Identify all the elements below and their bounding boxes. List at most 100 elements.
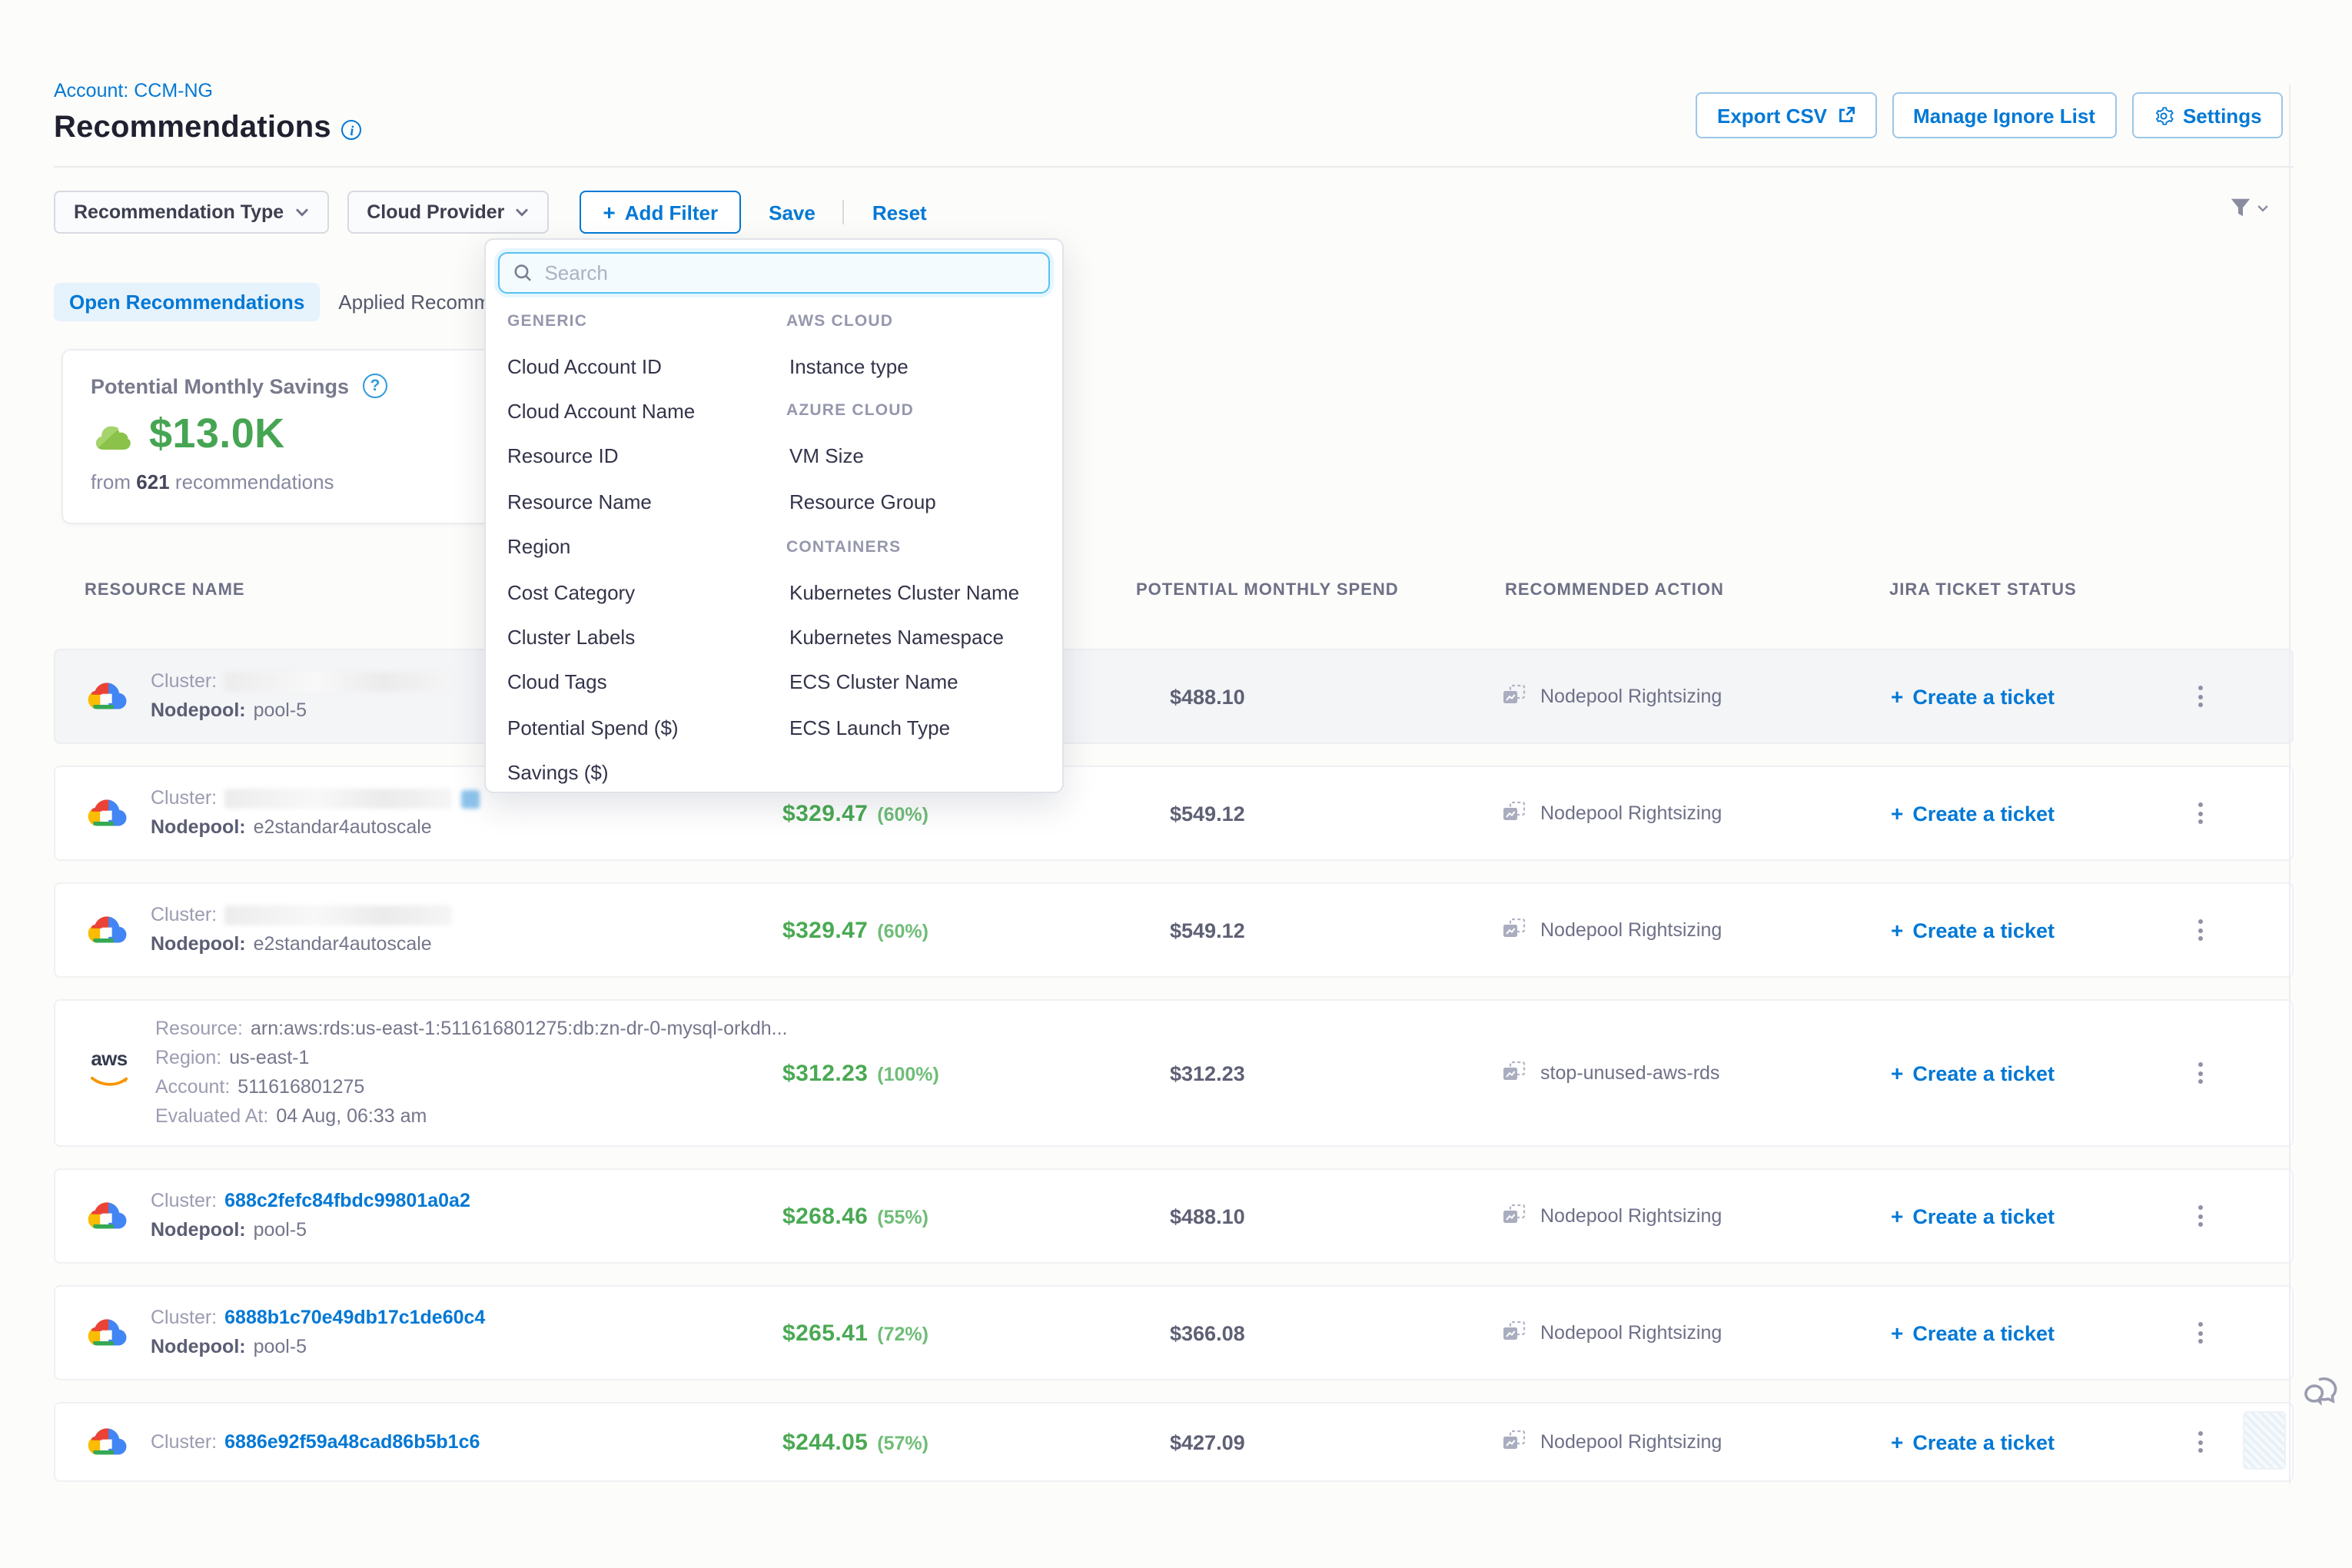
potential-monthly-spend-cell: $366.08 (1170, 1321, 1502, 1344)
rightsizing-icon (1502, 1203, 1526, 1229)
content-right-border (2289, 85, 2291, 1483)
info-icon[interactable]: i (342, 120, 362, 140)
chevron-down-icon (2257, 204, 2269, 211)
filter-field-option[interactable]: Cluster Labels (507, 626, 635, 649)
recommended-action-cell: Nodepool Rightsizing (1502, 1429, 1891, 1455)
potential-monthly-spend-cell: $549.12 (1170, 919, 1502, 942)
cluster-link[interactable]: 6886e92f59a48cad86b5b1c6 (224, 1430, 480, 1453)
recommendation-type-filter[interactable]: Recommendation Type (54, 191, 328, 234)
filter-field-option[interactable]: Resource ID (507, 445, 619, 468)
resource-cell: Cluster:6886e92f59a48cad86b5b1c6 (55, 1424, 782, 1460)
filter-field-option[interactable]: Kubernetes Cluster Name (786, 580, 1019, 603)
create-ticket-button[interactable]: +Create a ticket (1891, 1430, 2169, 1453)
col-potential-monthly-spend: POTENTIAL MONTHLY SPEND (1136, 581, 1399, 600)
row-menu-kebab-icon[interactable] (2169, 919, 2231, 941)
create-ticket-label: Create a ticket (1912, 1321, 2055, 1344)
resource-line-label: Cluster: (151, 904, 217, 927)
plus-icon: + (1891, 802, 1903, 824)
create-ticket-button[interactable]: +Create a ticket (1891, 1204, 2169, 1227)
cluster-link[interactable]: 688c2fefc84fbdc99801a0a2 (224, 1190, 470, 1213)
help-icon[interactable]: ? (363, 374, 387, 398)
table-row[interactable]: Cluster:6886e92f59a48cad86b5b1c6$244.05(… (54, 1402, 2294, 1482)
row-menu-kebab-icon[interactable] (2169, 1322, 2231, 1344)
table-row[interactable]: awsResource:arn:aws:rds:us-east-1:511616… (54, 999, 2294, 1147)
potential-savings-card: Potential Monthly Savings ? $13.0K from … (61, 349, 492, 524)
monthly-savings-cell: $244.05(57%) (782, 1429, 1170, 1455)
scrollbar-thumb[interactable] (2243, 1411, 2286, 1470)
filter-search-box[interactable] (498, 252, 1050, 294)
filter-field-option[interactable]: Region (507, 535, 570, 558)
reset-filter-button[interactable]: Reset (863, 201, 936, 224)
header-divider (54, 166, 2294, 168)
resource-line-label: Cluster: (151, 1307, 217, 1330)
table-row[interactable]: Cluster:Nodepool:e2standar4autoscale$329… (54, 766, 2294, 861)
resource-line-label: Cluster: (151, 787, 217, 810)
create-ticket-button[interactable]: +Create a ticket (1891, 1321, 2169, 1344)
funnel-icon (2229, 197, 2252, 218)
row-menu-kebab-icon[interactable] (2169, 1205, 2231, 1227)
table-row[interactable]: Cluster:Nodepool:pool-5$488.10Nodepool R… (54, 649, 2294, 744)
row-menu-kebab-icon[interactable] (2169, 802, 2231, 824)
create-ticket-button[interactable]: +Create a ticket (1891, 1061, 2169, 1085)
filter-field-option[interactable]: Instance type (786, 354, 909, 377)
filter-field-option[interactable]: Savings ($) (507, 761, 609, 784)
row-menu-kebab-icon[interactable] (2169, 1062, 2231, 1084)
chat-support-icon[interactable] (2303, 1374, 2343, 1419)
table-row[interactable]: Cluster:Nodepool:e2standar4autoscale$329… (54, 882, 2294, 978)
table-row[interactable]: Cluster:6888b1c70e49db17c1de60c4Nodepool… (54, 1285, 2294, 1380)
settings-button[interactable]: Settings (2132, 92, 2284, 138)
savings-percent: (55%) (877, 1206, 929, 1227)
filter-panel-toggle[interactable] (2229, 197, 2269, 218)
filter-field-option[interactable]: Cloud Account Name (507, 400, 695, 423)
gcp-icon (86, 679, 128, 714)
rightsizing-icon (1502, 917, 1526, 943)
savings-amount: $13.0K (149, 410, 285, 458)
save-filter-button[interactable]: Save (759, 201, 825, 224)
redacted-value (224, 672, 452, 692)
export-csv-button[interactable]: Export CSV (1696, 92, 1876, 138)
create-ticket-label: Create a ticket (1912, 919, 2055, 942)
create-ticket-button[interactable]: +Create a ticket (1891, 685, 2169, 708)
potential-monthly-spend-cell: $488.10 (1170, 1204, 1502, 1227)
filter-field-option[interactable]: Resource Group (786, 490, 936, 513)
plus-icon: + (1891, 1431, 1903, 1453)
row-menu-kebab-icon[interactable] (2169, 1431, 2231, 1453)
filter-field-option[interactable]: Cloud Tags (507, 671, 607, 694)
recommended-action-cell: Nodepool Rightsizing (1502, 800, 1891, 826)
gear-icon (2154, 105, 2174, 125)
cloud-provider-filter[interactable]: Cloud Provider (347, 191, 549, 234)
resource-cell: Cluster:688c2fefc84fbdc99801a0a2Nodepool… (55, 1190, 782, 1242)
add-filter-button[interactable]: + Add Filter (580, 191, 741, 234)
row-menu-kebab-icon[interactable] (2169, 686, 2231, 707)
monthly-savings-cell: $268.46(55%) (782, 1203, 1170, 1229)
filter-field-option[interactable]: Potential Spend ($) (507, 716, 679, 739)
filter-field-option[interactable]: ECS Launch Type (786, 716, 950, 739)
filter-search-input[interactable] (544, 261, 1035, 284)
create-ticket-button[interactable]: +Create a ticket (1891, 802, 2169, 825)
filter-field-option[interactable]: Cloud Account ID (507, 354, 662, 377)
table-row[interactable]: Cluster:688c2fefc84fbdc99801a0a2Nodepool… (54, 1168, 2294, 1264)
recommended-action-label: Nodepool Rightsizing (1540, 919, 1722, 941)
filter-dropdown-column: AWS CLOUDInstance typeAZURE CLOUDVM Size… (774, 298, 1053, 792)
recommended-action-cell: Nodepool Rightsizing (1502, 1203, 1891, 1229)
filter-field-option[interactable]: Resource Name (507, 490, 652, 513)
tab-open-recommendations[interactable]: Open Recommendations (54, 283, 320, 321)
aws-icon: aws (86, 1050, 132, 1096)
filter-field-option[interactable]: ECS Cluster Name (786, 671, 958, 694)
recommended-action-cell: stop-unused-aws-rds (1502, 1060, 1891, 1086)
savings-percent: (100%) (877, 1063, 939, 1085)
filter-field-option[interactable]: VM Size (786, 445, 864, 468)
account-breadcrumb[interactable]: Account: CCM-NG (54, 80, 213, 101)
resource-line-label: Nodepool: (151, 699, 246, 723)
savings-card-label: Potential Monthly Savings (91, 374, 349, 397)
manage-ignore-list-button[interactable]: Manage Ignore List (1892, 92, 2117, 138)
cluster-link[interactable]: 6888b1c70e49db17c1de60c4 (224, 1307, 485, 1330)
recommendations-page: Account: CCM-NG Recommendations i Export… (0, 0, 2352, 1568)
filter-group-header: GENERIC (507, 311, 587, 330)
chevron-down-icon (294, 208, 308, 217)
create-ticket-label: Create a ticket (1912, 685, 2055, 708)
filter-field-option[interactable]: Cost Category (507, 580, 635, 603)
create-ticket-button[interactable]: +Create a ticket (1891, 919, 2169, 942)
filter-field-option[interactable]: Kubernetes Namespace (786, 626, 1004, 649)
recommended-action-label: Nodepool Rightsizing (1540, 686, 1722, 707)
